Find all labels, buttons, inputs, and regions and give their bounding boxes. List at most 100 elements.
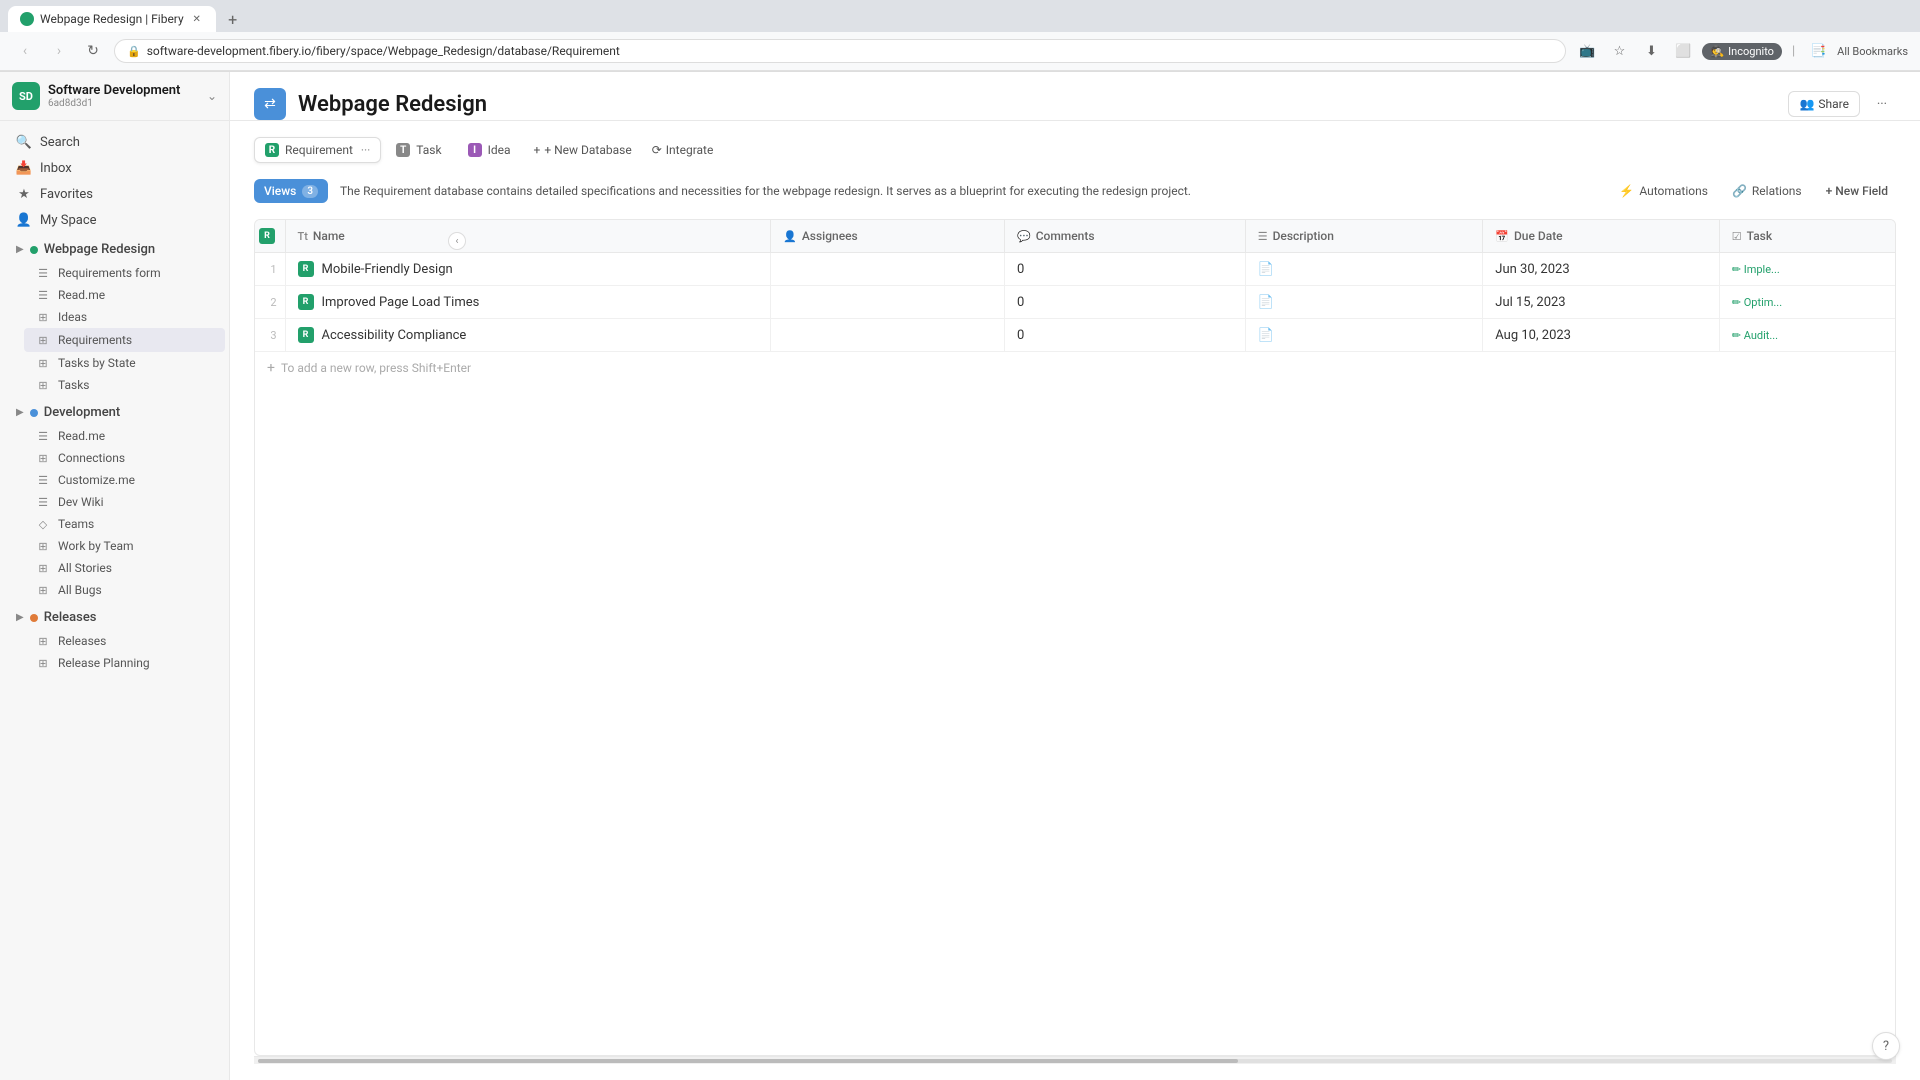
active-tab[interactable]: Webpage Redesign | Fibery ✕	[8, 6, 216, 32]
table-row[interactable]: 1 R Mobile-Friendly Design 0 📄 Jun 30, 2…	[255, 253, 1895, 286]
row-description-cell[interactable]: 📄	[1245, 286, 1483, 319]
more-button[interactable]: ···	[1868, 90, 1896, 118]
new-field-button[interactable]: + New Field	[1818, 180, 1896, 202]
workspace-info: Software Development 6ad8d3d1	[48, 83, 199, 109]
integrate-button[interactable]: ⟳ Integrate	[644, 138, 722, 162]
tab-close-button[interactable]: ✕	[190, 12, 204, 26]
sidebar-item-my-space[interactable]: 👤 My Space	[4, 207, 225, 233]
views-button[interactable]: Views 3	[254, 179, 328, 203]
cast-button[interactable]: 📺	[1574, 38, 1600, 64]
new-tab-button[interactable]: +	[220, 6, 246, 32]
row-comments-cell: 0	[1004, 319, 1245, 352]
sidebar-child-connections[interactable]: ⊞ Connections	[24, 447, 225, 469]
grid-icon-req: ⊞	[36, 333, 50, 347]
sidebar-child-work-by-team[interactable]: ⊞ Work by Team	[24, 535, 225, 557]
row-name-cell[interactable]: R Improved Page Load Times	[285, 286, 771, 319]
sidebar-toggle-button[interactable]: ‹	[448, 232, 466, 250]
tab-requirement[interactable]: R Requirement ···	[254, 137, 381, 163]
section-header-releases[interactable]: ▶ Releases	[4, 605, 225, 630]
page-icon: ⇄	[254, 88, 286, 120]
sidebar-child-releases[interactable]: ⊞ Releases	[24, 630, 225, 652]
sidebar-item-inbox[interactable]: 📥 Inbox	[4, 155, 225, 181]
row-task-cell[interactable]: ✏ Imple...	[1719, 253, 1895, 286]
forward-button[interactable]: ›	[46, 38, 72, 64]
sidebar-child-teams[interactable]: ◇ Teams	[24, 513, 225, 535]
th-name[interactable]: Tt Name	[285, 220, 771, 253]
bookmarks-sidebar-button[interactable]: 📑	[1805, 38, 1831, 64]
reload-button[interactable]: ↻	[80, 38, 106, 64]
sidebar-child-dev-wiki[interactable]: ☰ Dev Wiki	[24, 491, 225, 513]
incognito-icon: 🕵	[1710, 45, 1724, 58]
row-description-cell[interactable]: 📄	[1245, 253, 1483, 286]
incognito-button[interactable]: 🕵 Incognito	[1702, 43, 1782, 60]
help-button[interactable]: ?	[1872, 1032, 1900, 1060]
idea-tab-icon: I	[468, 143, 482, 157]
share-button[interactable]: 👥 Share	[1788, 91, 1860, 117]
sidebar-child-release-planning[interactable]: ⊞ Release Planning	[24, 652, 225, 674]
horizontal-scrollbar[interactable]	[254, 1056, 1896, 1064]
row-task-cell[interactable]: ✏ Optim...	[1719, 286, 1895, 319]
back-button[interactable]: ‹	[12, 38, 38, 64]
extensions-button[interactable]: ⬜	[1670, 38, 1696, 64]
sidebar-item-search[interactable]: 🔍 Search	[4, 129, 225, 155]
tab-idea[interactable]: I Idea	[457, 137, 522, 163]
download-button[interactable]: ⬇	[1638, 38, 1664, 64]
sidebar-item-favorites[interactable]: ★ Favorites	[4, 181, 225, 207]
sidebar-child-dev-readme[interactable]: ☰ Read.me	[24, 425, 225, 447]
sidebar-child-ideas[interactable]: ⊞ Ideas	[24, 306, 225, 328]
row-description-cell[interactable]: 📄	[1245, 319, 1483, 352]
tab-title: Webpage Redesign | Fibery	[40, 12, 184, 26]
sidebar-child-readme[interactable]: ☰ Read.me	[24, 284, 225, 306]
dev-wiki-label: Dev Wiki	[58, 495, 104, 509]
section-name-webpage-redesign: Webpage Redesign	[44, 242, 155, 257]
sidebar-child-customize[interactable]: ☰ Customize.me	[24, 469, 225, 491]
row-name: Accessibility Compliance	[322, 328, 467, 343]
row-due-date-cell: Jul 15, 2023	[1483, 286, 1720, 319]
row-name-cell[interactable]: R Accessibility Compliance	[285, 319, 771, 352]
task-tab-icon: T	[396, 143, 410, 157]
row-assignees-cell[interactable]	[771, 286, 1005, 319]
name-col-label: Name	[313, 229, 345, 243]
section-header-development[interactable]: ▶ Development	[4, 400, 225, 425]
row-number: 1	[255, 253, 285, 286]
th-task[interactable]: ☑ Task	[1719, 220, 1895, 253]
workspace-header[interactable]: SD Software Development 6ad8d3d1 ⌄	[0, 72, 229, 121]
question-icon: ?	[1883, 1039, 1889, 1054]
doc-icon: ☰	[36, 288, 50, 302]
th-assignees[interactable]: 👤 Assignees	[771, 220, 1005, 253]
task-link[interactable]: ✏ Optim...	[1732, 296, 1782, 309]
workspace-chevron-icon[interactable]: ⌄	[207, 89, 217, 103]
inbox-icon: 📥	[16, 160, 32, 176]
add-row-hint[interactable]: + To add a new row, press Shift+Enter	[255, 352, 1895, 384]
relations-button[interactable]: 🔗 Relations	[1724, 180, 1810, 202]
section-header-webpage-redesign[interactable]: ▶ Webpage Redesign	[4, 237, 225, 262]
th-description[interactable]: ☰ Description	[1245, 220, 1483, 253]
task-col-label: Task	[1747, 229, 1772, 243]
release-planning-icon: ⊞	[36, 656, 50, 670]
task-link[interactable]: ✏ Audit...	[1732, 329, 1778, 342]
list-icon: ☰	[36, 266, 50, 280]
address-bar[interactable]: 🔒 software-development.fibery.io/fibery/…	[114, 39, 1566, 63]
sidebar-child-tasks[interactable]: ⊞ Tasks	[24, 374, 225, 396]
row-assignees-cell[interactable]	[771, 319, 1005, 352]
table-row[interactable]: 2 R Improved Page Load Times 0 📄 Jul 15,…	[255, 286, 1895, 319]
row-name-cell[interactable]: R Mobile-Friendly Design	[285, 253, 771, 286]
tab-task[interactable]: T Task	[385, 137, 452, 163]
sidebar-child-all-stories[interactable]: ⊞ All Stories	[24, 557, 225, 579]
add-database-button[interactable]: + + New Database	[526, 138, 640, 162]
sidebar-child-requirements-form[interactable]: ☰ Requirements form	[24, 262, 225, 284]
bookmark-button[interactable]: ☆	[1606, 38, 1632, 64]
th-comments[interactable]: 💬 Comments	[1004, 220, 1245, 253]
th-due-date[interactable]: 📅 Due Date	[1483, 220, 1720, 253]
requirement-tab-more-icon[interactable]: ···	[361, 143, 370, 157]
automations-button[interactable]: ⚡ Automations	[1611, 180, 1716, 202]
sidebar-child-requirements[interactable]: ⊞ Requirements ···	[24, 328, 225, 352]
sidebar-child-all-bugs[interactable]: ⊞ All Bugs	[24, 579, 225, 601]
requirements-table: R Tt Name 👤 Assi	[254, 219, 1896, 1056]
sidebar-child-tasks-by-state[interactable]: ⊞ Tasks by State	[24, 352, 225, 374]
row-assignees-cell[interactable]	[771, 253, 1005, 286]
requirements-more-icon[interactable]: ···	[197, 332, 213, 348]
table-row[interactable]: 3 R Accessibility Compliance 0 📄 Aug 10,…	[255, 319, 1895, 352]
task-link[interactable]: ✏ Imple...	[1732, 263, 1780, 276]
row-task-cell[interactable]: ✏ Audit...	[1719, 319, 1895, 352]
